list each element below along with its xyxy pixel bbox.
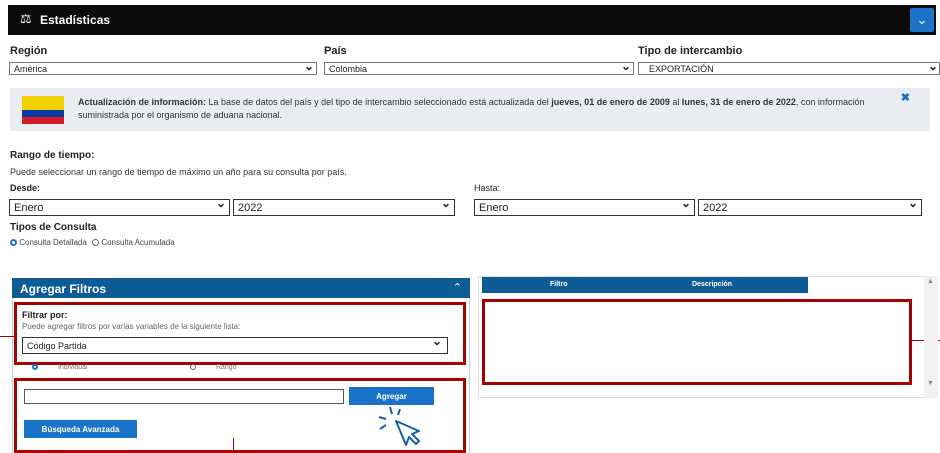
banner-message: Actualización de información: La base de… — [78, 96, 898, 122]
chevron-down-icon: ⌄ — [681, 196, 692, 210]
filtro-input[interactable] — [24, 389, 344, 404]
scales-icon: ⚖ — [20, 11, 32, 26]
desde-mes-select[interactable]: Enero — [9, 199, 230, 216]
col-descripcion: Descripción — [692, 281, 733, 288]
colombia-flag-icon — [22, 96, 64, 124]
tipos-options: Consulta Detallada Consulta Acumulada — [10, 238, 175, 247]
variable-value: Código Partida — [27, 340, 87, 351]
busqueda-avanzada-button[interactable]: Búsqueda Avanzada — [24, 420, 137, 438]
hasta-mes-select[interactable]: Enero — [474, 199, 695, 216]
desde-mes-value: Enero — [14, 201, 44, 214]
modo-options: Individual — [32, 364, 88, 371]
pais-value: Colombia — [329, 63, 368, 74]
chevron-up-icon[interactable]: ⌃ — [453, 281, 462, 294]
radio-detallada[interactable] — [10, 239, 17, 247]
chevron-down-icon: ⌄ — [441, 196, 452, 210]
close-icon[interactable]: ✖ — [901, 91, 910, 104]
desde-label: Desde: — [10, 183, 41, 193]
chevron-down-icon: ⌄ — [621, 59, 632, 73]
radio-individual[interactable] — [32, 364, 38, 371]
banner-date-to: lunes, 31 de enero de 2022 — [681, 97, 796, 107]
highlight-box-filtrar — [14, 302, 466, 365]
hasta-anio-select[interactable]: 2022 — [698, 199, 922, 216]
rango-desc: Puede seleccionar un rango de tiempo de … — [10, 167, 347, 177]
pais-select[interactable]: Colombia — [324, 62, 634, 75]
region-value: América — [14, 63, 48, 74]
radio-detallada-label: Consulta Detallada — [19, 238, 87, 247]
radio-rango-label: Rango — [215, 364, 237, 371]
title-bar: ⚖ Estadísticas ⌄ — [8, 5, 936, 35]
page-title: Estadísticas — [40, 13, 111, 27]
busqueda-avanzada-label: Búsqueda Avanzada — [41, 424, 120, 434]
banner-text2: al — [669, 97, 682, 107]
scroll-up-icon[interactable]: ▲ — [927, 278, 934, 285]
pointer-line-left — [0, 336, 14, 337]
tipo-intercambio-label: Tipo de intercambio — [638, 45, 743, 57]
chevron-down-icon: ⌄ — [216, 196, 227, 210]
table-header: Filtro Descripción — [482, 277, 808, 293]
filtrar-por-label: Filtrar por: — [22, 310, 68, 320]
hasta-label: Hasta: — [474, 183, 501, 193]
banner-date-from: jueves, 01 de enero de 2009 — [551, 97, 670, 107]
region-label: Región — [10, 45, 48, 57]
desde-anio-value: 2022 — [238, 201, 263, 214]
variable-select[interactable]: Código Partida — [22, 337, 448, 354]
modo-options-2: Rango — [190, 364, 237, 371]
filters-header[interactable]: Agregar Filtros ⌃ — [12, 278, 470, 298]
chevron-down-icon: ⌄ — [916, 12, 928, 27]
collapse-button[interactable]: ⌄ — [910, 8, 934, 32]
table-scrollbar[interactable]: ▲ ▼ — [924, 276, 938, 398]
agregar-button[interactable]: Agregar — [349, 387, 434, 405]
click-cursor-icon — [378, 406, 420, 446]
chevron-down-icon: ⌄ — [304, 59, 315, 73]
radio-individual-label: Individual — [57, 364, 88, 371]
region-select[interactable]: América — [9, 62, 317, 75]
scroll-down-icon[interactable]: ▼ — [927, 380, 934, 387]
filtrar-hint: Puede agregar filtros por varias variabl… — [22, 322, 241, 331]
desde-anio-select[interactable]: 2022 — [233, 199, 455, 216]
tipo-intercambio-value: EXPORTACIÓN — [649, 63, 714, 74]
chevron-down-icon: ⌄ — [432, 334, 443, 348]
agregar-label: Agregar — [376, 391, 407, 401]
pais-label: País — [324, 45, 347, 57]
chevron-down-icon: ⌄ — [908, 196, 919, 210]
col-filtro: Filtro — [550, 281, 568, 288]
chevron-down-icon: ⌄ — [928, 59, 939, 73]
radio-acumulada[interactable] — [92, 239, 100, 247]
banner-text1: La base de datos del país y del tipo de … — [206, 97, 552, 107]
tipo-intercambio-select[interactable]: EXPORTACIÓN — [638, 62, 940, 75]
radio-acumulada-label: Consulta Acumulada — [101, 238, 175, 247]
filters-title: Agregar Filtros — [20, 282, 107, 296]
tipos-title: Tipos de Consulta — [10, 222, 97, 233]
radio-rango[interactable] — [190, 364, 196, 371]
pointer-line-bottom — [233, 438, 234, 453]
hasta-anio-value: 2022 — [703, 201, 728, 214]
highlight-box-table — [482, 299, 912, 385]
rango-title: Rango de tiempo: — [10, 150, 95, 161]
banner-prefix: Actualización de información: — [78, 97, 207, 107]
hasta-mes-value: Enero — [479, 201, 509, 214]
info-banner: Actualización de información: La base de… — [10, 88, 930, 131]
